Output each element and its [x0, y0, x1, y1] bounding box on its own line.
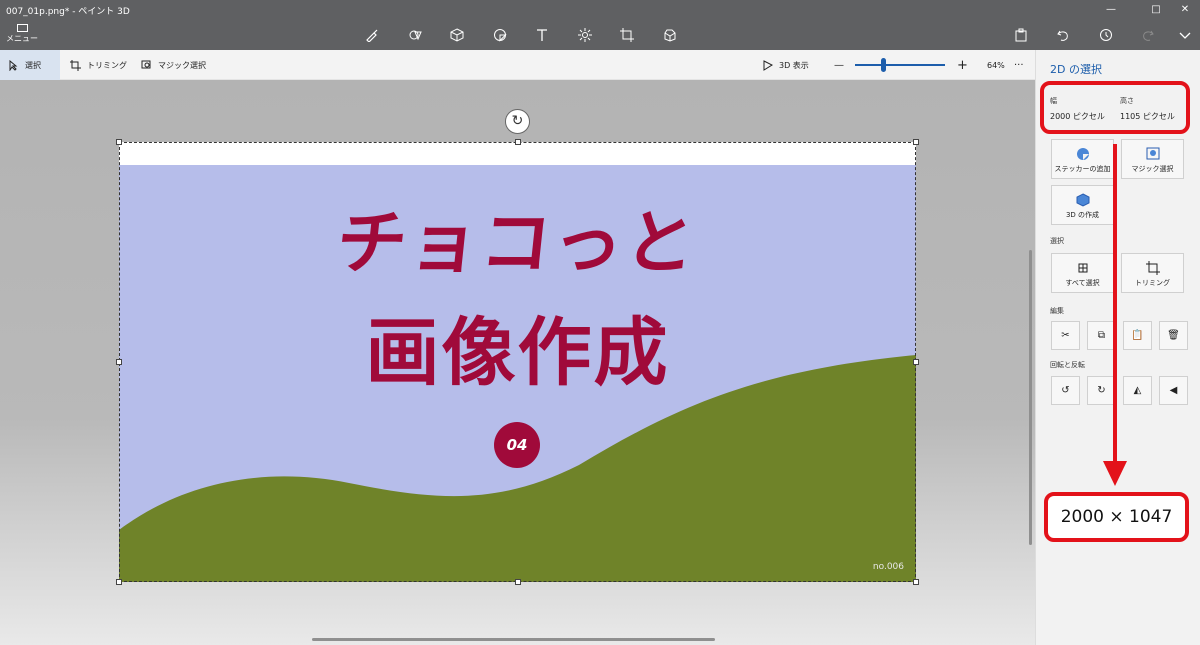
panel-title: 2D の選択 — [1050, 63, 1102, 76]
edit-section-label: 編集 — [1050, 307, 1064, 315]
main-toolbar: メニュー — [0, 20, 1200, 50]
flip-vertical-icon: ◀ — [1169, 385, 1178, 396]
title-bar: 007_01p.png* - ペイント 3D — □ ✕ — [0, 0, 1200, 20]
make-3d-label: 3D の作成 — [1065, 211, 1100, 219]
zoom-out-button[interactable]: — — [826, 50, 852, 80]
title-line-2: 画像作成 — [365, 310, 670, 396]
view-3d-button[interactable]: 3D 表示 — [754, 50, 817, 80]
more-options-button[interactable]: ··· — [1006, 50, 1032, 80]
delete-button[interactable]: 🗑 — [1159, 321, 1188, 350]
menu-button[interactable]: メニュー — [6, 22, 38, 48]
horizontal-scrollbar[interactable] — [312, 638, 715, 641]
panel-crop-label: トリミング — [1135, 279, 1170, 287]
sticker-icon — [1076, 148, 1089, 160]
footer-number: no.006 — [872, 562, 904, 572]
annotation-highlight-box — [1040, 81, 1190, 134]
canvas-area[interactable]: チョコっと 画像作成 04 no.006 ↻ — [0, 80, 1035, 645]
crop-tool-button[interactable]: トリミング — [62, 50, 135, 80]
vertical-scrollbar[interactable] — [1029, 250, 1032, 545]
close-button[interactable]: ✕ — [1170, 2, 1200, 18]
panel-magic-select-button[interactable]: マジック選択 — [1121, 139, 1184, 179]
zoom-in-button[interactable]: + — [949, 50, 976, 80]
scissors-icon: ✂ — [1061, 330, 1070, 341]
select-tool-button[interactable]: 選択 — [0, 50, 60, 80]
artwork-image: チョコっと 画像作成 04 no.006 — [119, 165, 916, 582]
zoom-slider[interactable] — [855, 58, 945, 72]
cursor-icon — [9, 59, 18, 71]
rotate-left-icon: ↺ — [1061, 385, 1070, 396]
3d-library-icon[interactable] — [661, 26, 679, 44]
rotate-handle-icon[interactable]: ↻ — [505, 109, 530, 134]
issue-badge: 04 — [494, 422, 540, 468]
brushes-icon[interactable] — [363, 26, 381, 44]
document-canvas[interactable]: チョコっと 画像作成 04 no.006 — [119, 142, 916, 582]
menu-label: メニュー — [6, 34, 38, 43]
rotate-section-label: 回転と反転 — [1050, 361, 1085, 369]
history-icon[interactable] — [1097, 26, 1115, 44]
magic-select-icon — [141, 60, 151, 68]
select-section-label: 選択 — [1050, 237, 1064, 245]
magic-select-button[interactable]: マジック選択 — [133, 50, 214, 80]
undo-icon[interactable] — [1054, 26, 1072, 44]
cut-button[interactable]: ✂ — [1051, 321, 1080, 350]
title-line-1: チョコっと — [332, 202, 702, 284]
text-icon[interactable] — [533, 26, 551, 44]
zoom-slider-thumb[interactable] — [881, 58, 886, 72]
minimize-button[interactable]: — — [1096, 2, 1126, 18]
view-3d-label: 3D 表示 — [779, 60, 809, 70]
cube-icon — [1076, 193, 1089, 207]
rotate-left-button[interactable]: ↺ — [1051, 376, 1080, 405]
folder-icon — [16, 24, 28, 32]
effects-icon[interactable] — [576, 26, 594, 44]
panel-magic-select-label: マジック選択 — [1131, 165, 1174, 173]
flip-horizontal-icon: ◭ — [1133, 385, 1142, 396]
3d-shapes-icon[interactable] — [448, 26, 466, 44]
window-title: 007_01p.png* - ペイント 3D — [6, 7, 130, 17]
2d-shapes-icon[interactable] — [406, 26, 424, 44]
annotation-result-box: 2000 × 1047 — [1044, 492, 1189, 542]
select-all-label: すべて選択 — [1065, 279, 1100, 287]
crop-label: トリミング — [87, 60, 127, 70]
annotation-arrow — [1103, 144, 1127, 486]
magic-select-panel-icon — [1146, 147, 1159, 160]
select-all-icon — [1078, 263, 1087, 273]
command-bar: 選択 トリミング マジック選択 3D 表示 — + 64% ··· — [0, 50, 1035, 80]
flip-vertical-button[interactable]: ◀ — [1159, 376, 1188, 405]
paste-icon[interactable] — [1012, 26, 1030, 44]
clipboard-icon: 📋 — [1131, 330, 1144, 341]
panel-crop-icon — [1145, 261, 1160, 275]
maximize-button[interactable]: □ — [1141, 2, 1171, 18]
magic-select-label: マジック選択 — [158, 60, 206, 70]
redo-icon[interactable] — [1139, 26, 1157, 44]
expand-icon[interactable] — [1176, 26, 1194, 44]
view-3d-icon — [763, 59, 773, 71]
stickers-icon[interactable] — [491, 26, 509, 44]
trash-icon: 🗑 — [1167, 330, 1180, 341]
select-label: 選択 — [25, 60, 41, 70]
panel-crop-button[interactable]: トリミング — [1121, 253, 1184, 293]
crop-icon — [70, 59, 81, 71]
canvas-icon[interactable] — [618, 26, 636, 44]
